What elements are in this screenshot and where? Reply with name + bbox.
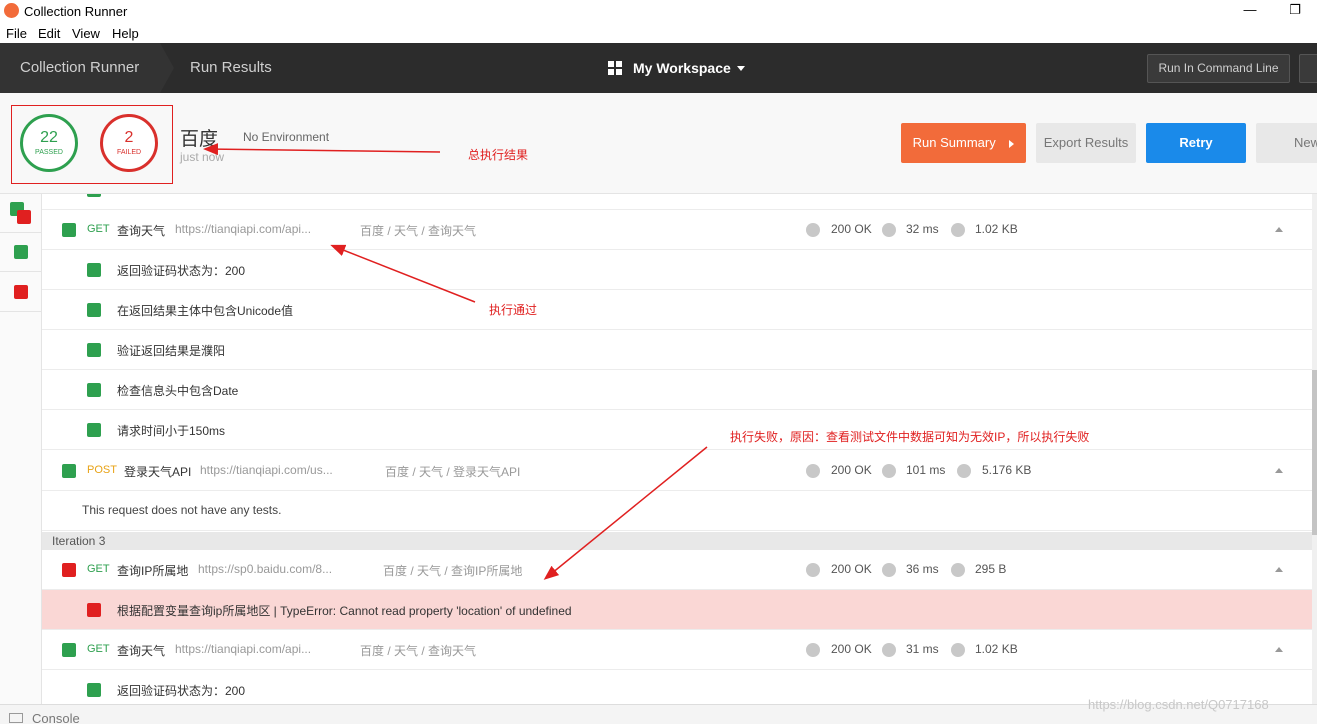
watermark: https://blog.csdn.net/Q0717168 — [1088, 697, 1269, 712]
console-icon — [9, 713, 23, 723]
annotation-arrows — [203, 143, 708, 580]
